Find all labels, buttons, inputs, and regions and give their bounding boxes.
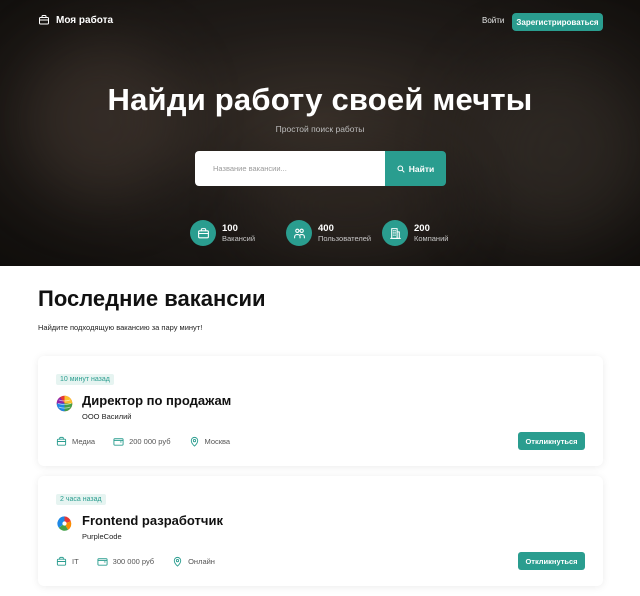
job-title[interactable]: Директор по продажам — [82, 393, 231, 408]
login-link[interactable]: Войти — [482, 16, 504, 25]
apply-button[interactable]: Откликнуться — [518, 552, 585, 570]
stat-icon-circle — [382, 220, 408, 246]
location-pin-icon — [190, 436, 198, 447]
stat-companies: 200 Компаний — [382, 220, 448, 246]
stat-label: Пользователей — [318, 233, 372, 243]
stats-row: 100 Вакансий 400 Пользователей 200 Компа… — [0, 220, 640, 248]
search-input[interactable] — [195, 151, 385, 186]
location-pin-icon — [173, 556, 182, 567]
posted-time-badge: 2 часа назад — [56, 494, 106, 505]
job-location: Онлайн — [188, 557, 215, 566]
briefcase-icon — [39, 15, 49, 25]
stat-users: 400 Пользователей — [286, 220, 371, 246]
job-category: Медиа — [72, 437, 96, 446]
job-title[interactable]: Frontend разработчик — [82, 513, 223, 528]
apply-button[interactable]: Откликнуться — [518, 432, 585, 450]
search-icon — [397, 165, 405, 172]
posted-time-badge: 10 минут назад — [56, 374, 114, 385]
job-salary: 200 000 руб — [129, 437, 171, 446]
search-button[interactable]: Найти — [385, 151, 446, 186]
search-bar: Найти — [195, 151, 446, 186]
stat-icon-circle — [286, 220, 312, 246]
stat-value: 100 — [222, 222, 238, 234]
job-location: Москва — [204, 437, 231, 446]
top-nav: Моя работа Войти Зарегистрироваться — [0, 10, 640, 34]
hero-section: Моя работа Войти Зарегистрироваться Найд… — [0, 0, 640, 266]
register-button[interactable]: Зарегистрироваться — [512, 13, 603, 31]
job-meta: IT 300 000 руб Онлайн — [56, 556, 215, 567]
section-subtitle: Найдите подходящую вакансию за пару мину… — [38, 323, 203, 332]
job-category: IT — [72, 557, 79, 566]
hero-title: Найди работу своей мечты — [107, 82, 533, 117]
stat-value: 200 — [414, 222, 430, 234]
search-button-label: Найти — [408, 163, 435, 174]
briefcase-icon — [56, 436, 67, 446]
stat-vacancies: 100 Вакансий — [190, 220, 255, 246]
wallet-icon — [97, 558, 108, 566]
job-salary: 300 000 руб — [112, 557, 155, 566]
stat-label: Вакансий — [222, 233, 256, 243]
job-card[interactable]: 2 часа назад Frontend разработчик Purple… — [38, 476, 603, 586]
briefcase-icon — [56, 556, 67, 566]
brand-name: Моя работа — [56, 14, 114, 26]
company-logo-icon — [56, 395, 73, 412]
stat-icon-circle — [190, 220, 216, 246]
company-name: ООО Василий — [82, 412, 132, 421]
wallet-icon — [113, 438, 124, 446]
briefcase-icon — [197, 227, 209, 238]
company-logo-icon — [57, 516, 72, 531]
stat-label: Компаний — [414, 233, 449, 243]
stat-value: 400 — [318, 222, 334, 234]
job-meta: Медиа 200 000 руб Москва — [56, 436, 230, 447]
users-icon — [293, 228, 305, 238]
company-name: PurpleCode — [82, 532, 122, 541]
job-card[interactable]: 10 минут назад Директор по продажам ООО … — [38, 356, 603, 466]
brand-logo[interactable]: Моя работа — [38, 14, 113, 26]
section-title: Последние вакансии — [38, 286, 266, 311]
building-icon — [389, 227, 401, 239]
hero-subtitle: Простой поиск работы — [275, 124, 365, 134]
